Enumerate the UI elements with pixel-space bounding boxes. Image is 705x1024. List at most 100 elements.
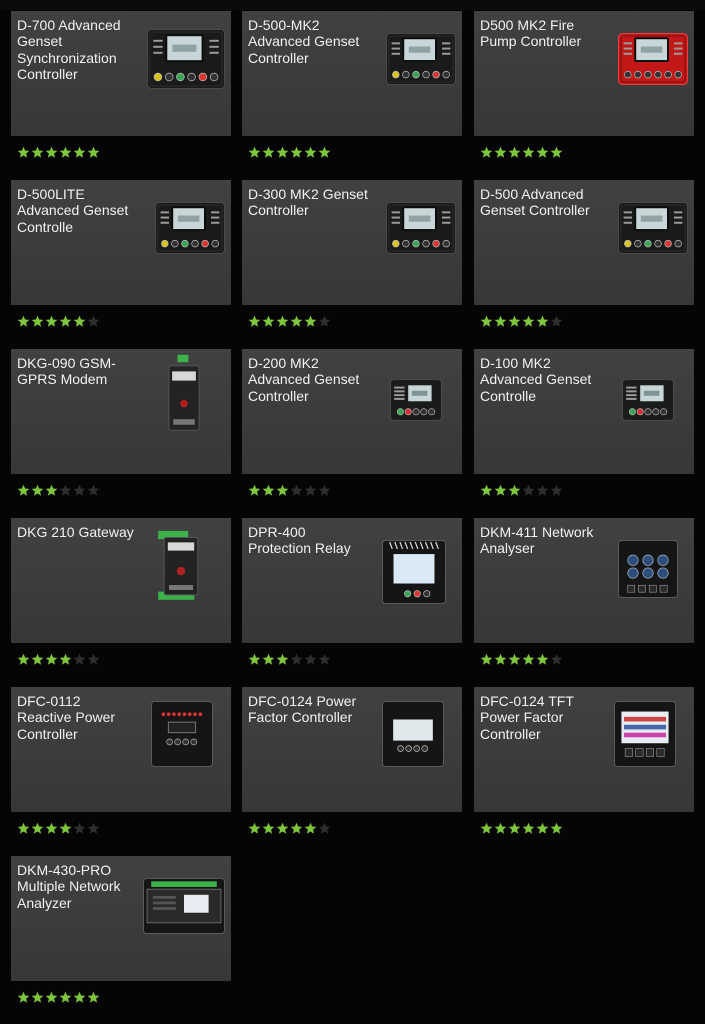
product-title[interactable]: D-700 Advanced Genset Synchronization Co… [17,17,137,82]
device-button [412,408,420,416]
product-title[interactable]: DPR-400 Protection Relay [248,524,368,557]
star-filled-icon [494,315,507,327]
star-filled-icon [536,315,549,327]
star-rating [248,315,331,329]
star-filled-icon [318,146,331,158]
product-card[interactable]: DFC-0124 Power Factor Controller [242,687,462,847]
device-button [190,738,198,746]
product-card[interactable]: DFC-0124 TFT Power Factor Controller [474,687,694,847]
product-card[interactable]: D-500-MK2 Advanced Genset Controller [242,11,462,171]
star-filled-icon [522,146,535,158]
product-title[interactable]: DFC-0112 Reactive Power Controller [17,693,137,742]
star-rating [17,991,100,1005]
device-button [636,408,644,416]
star-filled-icon [508,146,521,158]
product-title[interactable]: DKM-411 Network Analyser [480,524,600,557]
device-button [674,239,682,248]
device-button [638,584,646,593]
product-card[interactable]: D-300 MK2 Genset Controller [242,180,462,340]
device-button [645,748,654,757]
device-button [402,70,410,79]
gauge-dial [627,554,639,566]
gauge-dial [657,567,669,579]
device-button [432,70,440,79]
star-filled-icon [522,315,535,327]
star-empty-icon [290,653,303,665]
gauge-dial [627,567,639,579]
product-card[interactable]: D500 MK2 Fire Pump Controller [474,11,694,171]
star-rating [248,484,331,498]
star-filled-icon [31,653,44,665]
device-button [405,745,412,752]
product-title[interactable]: D500 MK2 Fire Pump Controller [480,17,600,50]
device-button [442,70,450,79]
star-empty-icon [73,653,86,665]
gauge-dial [657,554,669,566]
device-button [412,239,420,248]
star-filled-icon [304,315,317,327]
star-filled-icon [276,822,289,834]
product-card[interactable]: DKM-411 Network Analyser [474,518,694,678]
terminal-block [177,354,189,363]
star-filled-icon [59,653,72,665]
star-rating [480,822,563,836]
power-controller-icon [151,701,213,767]
product-card[interactable]: DPR-400 Protection Relay [242,518,462,678]
product-title[interactable]: D-500-MK2 Advanced Genset Controller [248,17,368,66]
device-button [161,239,169,248]
product-title[interactable]: DFC-0124 Power Factor Controller [248,693,368,726]
star-empty-icon [304,484,317,496]
star-empty-icon [318,822,331,834]
product-title[interactable]: DKM-430-PRO Multiple Network Analyzer [17,862,137,911]
device-button [396,408,404,416]
star-filled-icon [290,146,303,158]
device-lcd [393,554,435,584]
device-button [634,239,642,248]
product-card[interactable]: DKG 210 Gateway [11,518,231,678]
product-title[interactable]: DKG 210 Gateway [17,524,137,540]
star-filled-icon [276,484,289,496]
genset-controller-icon [147,29,225,89]
device-button [624,239,632,248]
product-card[interactable]: D-200 MK2 Advanced Genset Controller [242,349,462,509]
network-analyzer-icon [143,878,225,934]
product-card[interactable]: D-500 Advanced Genset Controller [474,180,694,340]
protection-relay-icon [382,540,446,604]
star-empty-icon [87,653,100,665]
star-filled-icon [248,146,261,158]
star-rating [248,822,331,836]
device-button [423,590,431,598]
star-filled-icon [276,146,289,158]
star-filled-icon [494,653,507,665]
product-title[interactable]: D-200 MK2 Advanced Genset Controller [248,355,368,404]
star-filled-icon [45,653,58,665]
product-card[interactable]: DKM-430-PRO Multiple Network Analyzer [11,856,231,1016]
star-rating [17,484,100,498]
product-title[interactable]: D-300 MK2 Genset Controller [248,186,368,219]
star-filled-icon [290,822,303,834]
product-title[interactable]: D-500LITE Advanced Genset Controlle [17,186,137,235]
product-card[interactable]: D-500LITE Advanced Genset Controlle [11,180,231,340]
device-button [664,239,672,248]
product-card[interactable]: DKG-090 GSM-GPRS Modem [11,349,231,509]
star-filled-icon [59,991,72,1003]
device-button [201,239,209,248]
device-button [166,738,173,746]
device-button [422,70,430,79]
star-filled-icon [17,822,30,834]
star-empty-icon [73,484,86,496]
product-card[interactable]: DFC-0112 Reactive Power Controller [11,687,231,847]
product-card[interactable]: D-100 MK2 Advanced Genset Controlle [474,349,694,509]
product-title[interactable]: D-500 Advanced Genset Controller [480,186,600,219]
star-empty-icon [318,653,331,665]
device-button [404,590,412,598]
product-title[interactable]: DKG-090 GSM-GPRS Modem [17,355,137,388]
device-button [392,70,400,79]
product-title[interactable]: D-100 MK2 Advanced Genset Controlle [480,355,600,404]
product-card[interactable]: D-700 Advanced Genset Synchronization Co… [11,11,231,171]
device-button [660,408,668,416]
star-filled-icon [262,653,275,665]
device-button [654,70,662,79]
device-button [627,584,636,593]
product-title[interactable]: DFC-0124 TFT Power Factor Controller [480,693,600,742]
